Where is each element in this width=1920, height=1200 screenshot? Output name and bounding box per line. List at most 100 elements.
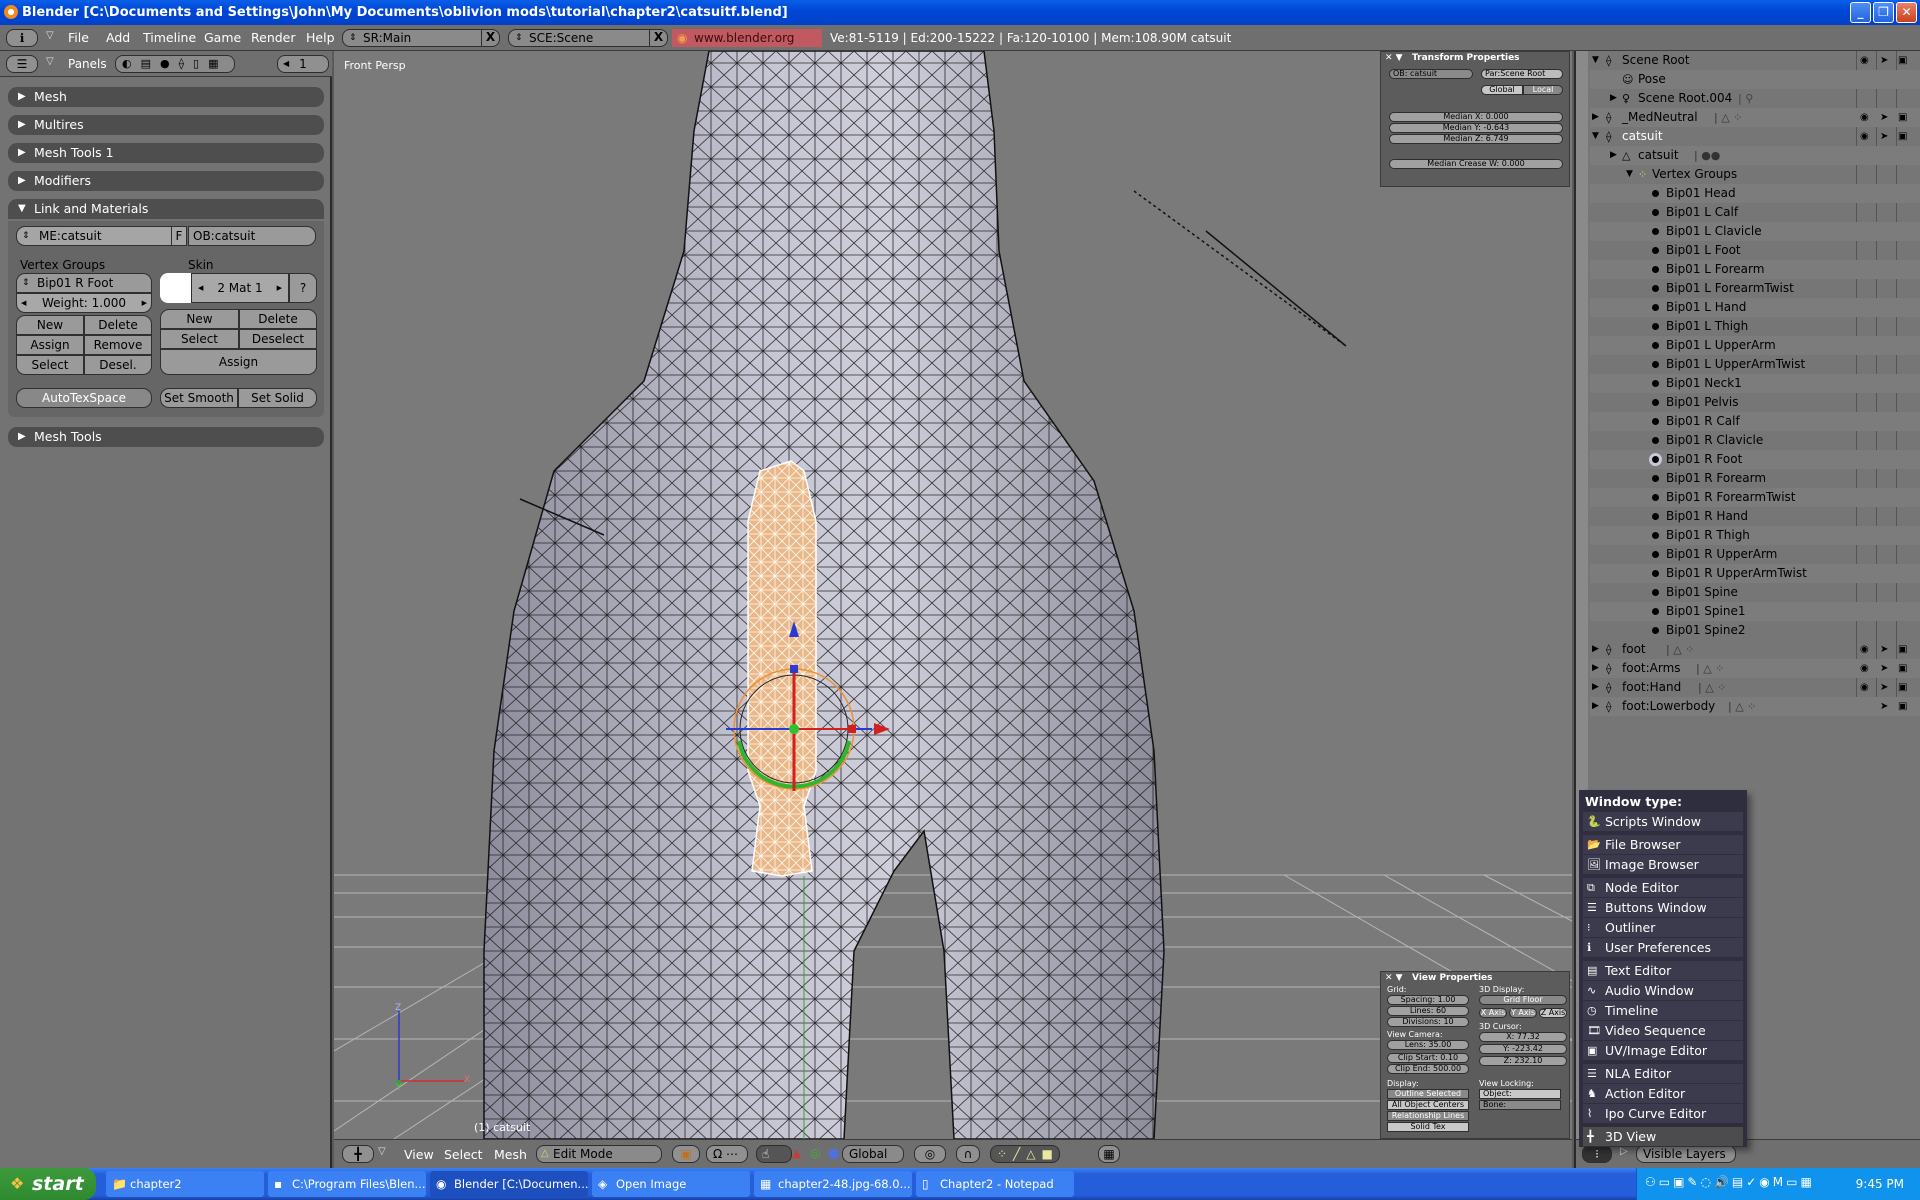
window-type-text-editor[interactable]: ▤ Text Editor bbox=[1583, 961, 1743, 980]
outliner-row-scene-root[interactable]: ▼ ⟠ Scene Root ◉ ➤ ▣ bbox=[1590, 51, 1920, 70]
transform-properties-header[interactable]: ✕ ▼ Transform Properties bbox=[1385, 53, 1520, 63]
vertex-group-row[interactable]: Bip01 Spine2 bbox=[1590, 621, 1920, 640]
vgroup-remove-button[interactable]: Remove bbox=[84, 335, 152, 355]
close-button[interactable]: ✕ bbox=[1896, 2, 1917, 23]
expand-triangle-icon[interactable]: ▶ bbox=[1610, 89, 1617, 108]
decrement-arrow-icon[interactable]: ◀ bbox=[283, 56, 289, 72]
mesh-datablock-field[interactable]: ⇕ ME:catsuit bbox=[16, 226, 172, 246]
menu-help[interactable]: Help bbox=[306, 29, 335, 47]
vertex-group-selector[interactable]: ⇕ Bip01 R Foot bbox=[16, 273, 152, 293]
vertex-group-row[interactable]: Bip01 R Forearm bbox=[1590, 469, 1920, 488]
collapse-menu-triangle-icon[interactable]: ▽ bbox=[378, 1146, 386, 1157]
y-axis-toggle[interactable]: Y Axis bbox=[1509, 1008, 1537, 1018]
window-type-audio-window[interactable]: ∿ Audio Window bbox=[1583, 981, 1743, 1000]
set-smooth-button[interactable]: Set Smooth bbox=[160, 388, 238, 408]
start-button[interactable]: ❖ start bbox=[0, 1168, 96, 1200]
renderable-icon[interactable]: ▣ bbox=[1898, 659, 1907, 678]
menu-view[interactable]: View bbox=[404, 1146, 434, 1164]
vertex-group-row[interactable]: Bip01 R Foot bbox=[1590, 450, 1920, 469]
window-type-buttons-window[interactable]: ☰ Buttons Window bbox=[1583, 898, 1743, 917]
delete-scene-button[interactable]: X bbox=[649, 29, 667, 47]
vertex-group-row[interactable]: Bip01 L Foot bbox=[1590, 241, 1920, 260]
vertex-group-row[interactable]: Bip01 Head bbox=[1590, 184, 1920, 203]
mode-selector[interactable]: △ Edit Mode bbox=[536, 1145, 662, 1163]
vgroup-deselect-button[interactable]: Desel. bbox=[84, 355, 152, 375]
expand-triangle-icon[interactable]: ▶ bbox=[1592, 108, 1599, 127]
material-deselect-button[interactable]: Deselect bbox=[239, 329, 317, 349]
expand-triangle-icon[interactable]: ▶ bbox=[1610, 146, 1617, 165]
window-type-user-preferences[interactable]: ℹ User Preferences bbox=[1583, 938, 1743, 957]
scene-selector[interactable]: ⇕ SCE:Scene X bbox=[508, 29, 668, 47]
frame-number-field[interactable]: ◀ 1 bbox=[277, 55, 329, 73]
panel-link-and-materials[interactable]: ▼ Link and Materials bbox=[8, 199, 324, 219]
menu-render[interactable]: Render bbox=[251, 29, 296, 47]
outliner-row-foot-hand[interactable]: ▶ ⟠ foot:Hand | △ ⁘ ◉ ➤ ▣ bbox=[1590, 678, 1920, 697]
window-type-node-editor[interactable]: ⧉ Node Editor bbox=[1583, 878, 1743, 897]
selectable-arrow-icon[interactable]: ➤ bbox=[1880, 108, 1888, 127]
outliner-row-foot[interactable]: ▶ ⟠ foot | △ ⁘ ◉ ➤ ▣ bbox=[1590, 640, 1920, 659]
vgroup-select-button[interactable]: Select bbox=[16, 355, 84, 375]
collapse-triangle-icon[interactable]: ▼ bbox=[1626, 165, 1633, 184]
median-crease-field[interactable]: Median Crease W: 0.000 bbox=[1389, 159, 1563, 169]
scale-manipulator-icon[interactable]: ■ bbox=[828, 1146, 839, 1160]
taskbar-button[interactable]: ▯ Chapter2 - Notepad bbox=[916, 1171, 1074, 1197]
menu-mesh[interactable]: Mesh bbox=[494, 1146, 527, 1164]
draw-type-icon[interactable]: ▣ bbox=[672, 1145, 700, 1163]
parent-field[interactable]: Par:Scene Root bbox=[1481, 69, 1563, 79]
menu-timeline[interactable]: Timeline bbox=[143, 29, 196, 47]
delete-screen-button[interactable]: X bbox=[481, 29, 499, 47]
vertex-group-row[interactable]: Bip01 L Clavicle bbox=[1590, 222, 1920, 241]
close-panel-icon[interactable]: ✕ ▼ bbox=[1385, 53, 1403, 63]
vertex-group-row[interactable]: Bip01 L UpperArmTwist bbox=[1590, 355, 1920, 374]
window-type-outliner[interactable]: ⁝ Outliner bbox=[1583, 918, 1743, 937]
snap-magnet-icon[interactable]: ∩ bbox=[956, 1145, 980, 1163]
object-name-field[interactable]: OB: catsuit bbox=[1389, 69, 1473, 79]
median-z-field[interactable]: Median Z: 6.749 bbox=[1389, 134, 1563, 144]
lock-bone-field[interactable]: Bone: bbox=[1479, 1100, 1561, 1110]
vertex-group-row[interactable]: Bip01 R UpperArmTwist bbox=[1590, 564, 1920, 583]
vertex-group-row[interactable]: Bip01 R Hand bbox=[1590, 507, 1920, 526]
vgroup-new-button[interactable]: New bbox=[16, 315, 84, 335]
outliner-row-foot-lowerbody[interactable]: ▶ ⟠ foot:Lowerbody | △ ⁘ ➤ ▣ bbox=[1590, 697, 1920, 716]
renderable-icon[interactable]: ▣ bbox=[1898, 640, 1907, 659]
blender-version-link[interactable]: ◉ www.blender.org 245.7 bbox=[672, 29, 822, 63]
cursor-z-field[interactable]: Z: 232.10 bbox=[1479, 1056, 1567, 1066]
selectable-arrow-icon[interactable]: ➤ bbox=[1880, 697, 1888, 716]
grid-floor-toggle[interactable]: Grid Floor bbox=[1479, 995, 1567, 1005]
translate-manipulator-icon[interactable]: ▲ bbox=[792, 1146, 801, 1160]
vertex-group-row[interactable]: Bip01 R UpperArm bbox=[1590, 545, 1920, 564]
outliner-row-foot-arms[interactable]: ▶ ⟠ foot:Arms | △ ⁘ ◉ ➤ ▣ bbox=[1590, 659, 1920, 678]
window-type-image-browser[interactable]: 🖼 Image Browser bbox=[1583, 855, 1743, 874]
outline-selected-toggle[interactable]: Outline Selected bbox=[1387, 1089, 1469, 1099]
screen-selector[interactable]: ⇕ SR:Main X bbox=[342, 29, 500, 47]
vgroup-delete-button[interactable]: Delete bbox=[84, 315, 152, 335]
selectable-arrow-icon[interactable]: ➤ bbox=[1880, 640, 1888, 659]
context-tabs[interactable]: ◐▤●⟠▯▦ bbox=[115, 55, 235, 73]
expand-triangle-icon[interactable]: ▶ bbox=[1592, 697, 1599, 716]
vertex-group-row[interactable]: Bip01 R Clavicle bbox=[1590, 431, 1920, 450]
collapse-triangle-icon[interactable]: ▼ bbox=[1592, 51, 1599, 70]
median-x-field[interactable]: Median X: 0.000 bbox=[1389, 112, 1563, 122]
vertex-group-row[interactable]: Bip01 R Calf bbox=[1590, 412, 1920, 431]
material-assign-button[interactable]: Assign bbox=[160, 349, 317, 375]
taskbar-button[interactable]: 📁 chapter2 bbox=[106, 1171, 264, 1197]
menu-game[interactable]: Game bbox=[204, 29, 241, 47]
vertex-group-row[interactable]: Bip01 Pelvis bbox=[1590, 393, 1920, 412]
tray-icons[interactable]: ⚇▭▣✎◌🔊▤✓◉M▭▦ bbox=[1645, 1175, 1815, 1189]
material-new-button[interactable]: New bbox=[160, 309, 239, 329]
material-help-button[interactable]: ? bbox=[289, 273, 317, 303]
global-toggle[interactable]: Global bbox=[1481, 85, 1523, 95]
visibility-eye-icon[interactable]: ◉ bbox=[1860, 51, 1869, 70]
rotate-manipulator-icon[interactable]: ◎ bbox=[810, 1146, 820, 1160]
menu-add[interactable]: Add bbox=[106, 29, 130, 47]
lens-field[interactable]: Lens: 35.00 bbox=[1387, 1040, 1469, 1050]
menu-select[interactable]: Select bbox=[444, 1146, 483, 1164]
renderable-icon[interactable]: ▣ bbox=[1898, 51, 1907, 70]
outliner-row-medneutral[interactable]: ▶ ⟠ _MedNeutral | △ ⁘ ◉ ➤ ▣ bbox=[1590, 108, 1920, 127]
visibility-eye-icon[interactable]: ◉ bbox=[1860, 108, 1869, 127]
vgroup-assign-button[interactable]: Assign bbox=[16, 335, 84, 355]
window-type-ipo-curve-editor[interactable]: ⌇ Ipo Curve Editor bbox=[1583, 1104, 1743, 1123]
taskbar-button[interactable]: ▪ C:\Program Files\Blen... bbox=[268, 1171, 426, 1197]
window-type-nla-editor[interactable]: ☰ NLA Editor bbox=[1583, 1064, 1743, 1083]
material-index-field[interactable]: ◀ 2 Mat 1 ▶ bbox=[191, 273, 289, 303]
